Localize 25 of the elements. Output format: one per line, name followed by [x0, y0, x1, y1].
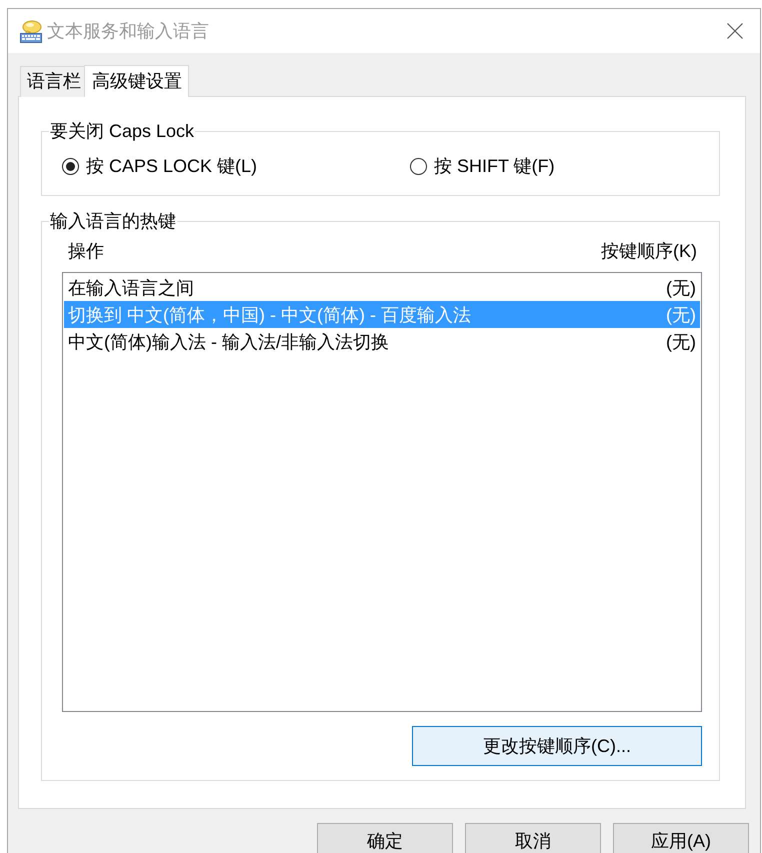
group-title: 输入语言的热键: [49, 210, 177, 232]
key-sequence-text: (无): [666, 330, 696, 354]
apply-button[interactable]: 应用(A): [613, 823, 749, 853]
keyboard-speech-bubble-icon: [20, 20, 42, 42]
change-key-sequence-button[interactable]: 更改按键顺序(C)...: [412, 726, 702, 766]
radio-button[interactable]: [410, 158, 427, 174]
column-header: 操作: [68, 240, 104, 262]
group-title: 要关闭 Caps Lock: [49, 120, 196, 142]
close-icon[interactable]: [727, 23, 743, 39]
tab[interactable]: 语言栏: [20, 66, 84, 97]
key-sequence-text: (无): [666, 276, 696, 300]
radio-button[interactable]: [62, 158, 79, 174]
column-header: 按键顺序(K): [601, 240, 697, 262]
cancel-button[interactable]: 取消: [465, 823, 601, 853]
list-row[interactable]: 在输入语言之间 (无): [64, 274, 700, 301]
ok-button[interactable]: 确定: [317, 823, 453, 853]
window-title: 文本服务和输入语言: [47, 20, 209, 42]
radio-label[interactable]: 按 SHIFT 键(F): [434, 155, 555, 177]
tab[interactable]: 高级键设置: [84, 65, 189, 97]
radio-label[interactable]: 按 CAPS LOCK 键(L): [86, 155, 258, 177]
key-sequence-text: (无): [666, 304, 696, 326]
action-text: 切换到 中文(简体，中国) - 中文(简体) - 百度输入法: [68, 304, 471, 326]
action-text: 在输入语言之间: [68, 276, 194, 300]
list-row[interactable]: 中文(简体)输入法 - 输入法/非输入法切换 (无): [64, 328, 700, 355]
action-text: 中文(简体)输入法 - 输入法/非输入法切换: [68, 330, 389, 354]
